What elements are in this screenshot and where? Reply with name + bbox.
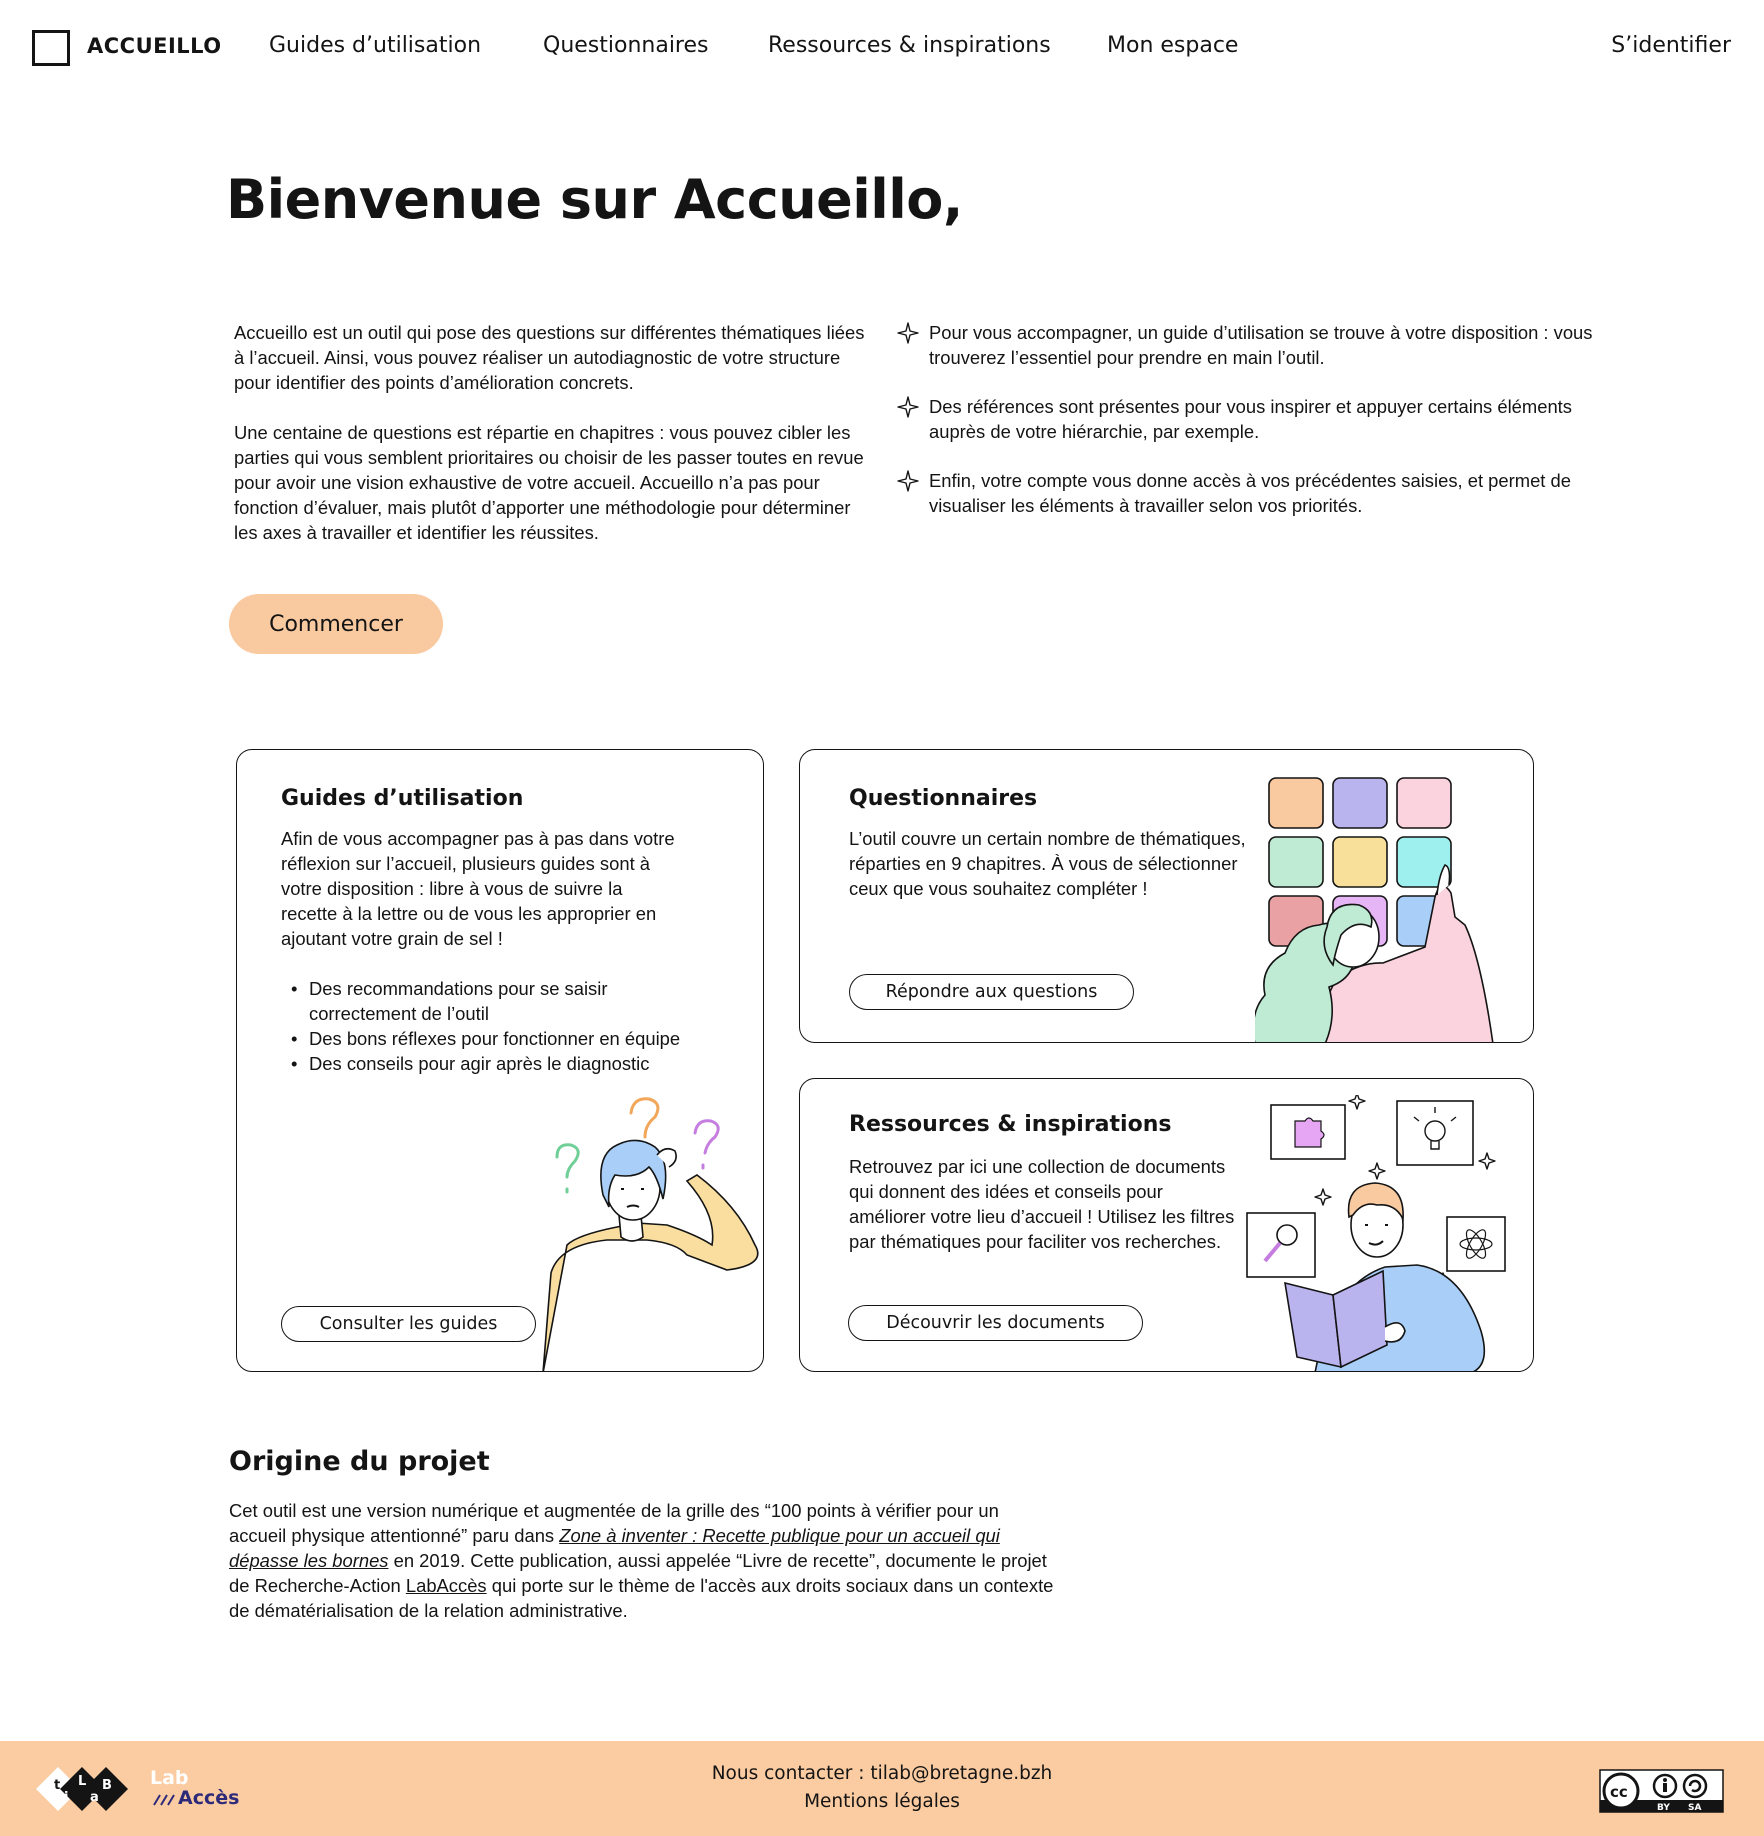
sparkle-icon <box>897 396 919 418</box>
card-ressources: Ressources & inspirations Retrouvez par … <box>799 1078 1534 1372</box>
chapter-tile <box>1332 777 1388 829</box>
sparkle-icon <box>897 322 919 344</box>
login-link[interactable]: S’identifier <box>1611 33 1731 58</box>
card-text: Afin de vous accompagner pas à pas dans … <box>281 828 675 949</box>
nav-link-questionnaires[interactable]: Questionnaires <box>543 33 709 58</box>
sparkle-icon <box>897 470 919 492</box>
answer-questions-button[interactable]: Répondre aux questions <box>849 974 1134 1010</box>
intro-text: Accueillo est un outil qui pose des ques… <box>234 320 874 545</box>
start-button[interactable]: Commencer <box>229 594 443 654</box>
cc-by-sa-license-icon: cc BY SA <box>1599 1769 1724 1813</box>
reader-with-ideas-illustration <box>1246 1095 1506 1371</box>
consult-guides-button[interactable]: Consulter les guides <box>281 1306 536 1342</box>
confused-person-illustration <box>542 1097 759 1371</box>
feature-bullet: Pour vous accompagner, un guide d’utilis… <box>897 320 1597 370</box>
card-text: Retrouvez par ici une collection de docu… <box>849 1156 1235 1252</box>
feature-bullet-text: Pour vous accompagner, un guide d’utilis… <box>929 322 1593 368</box>
intro-paragraph: Une centaine de questions est répartie e… <box>234 422 864 543</box>
brand-link[interactable]: ACCUEILLO <box>87 34 222 58</box>
chapter-tile <box>1332 836 1388 888</box>
labacces-link[interactable]: LabAccès <box>406 1575 487 1596</box>
top-navigation: ACCUEILLO Guides d’utilisation Questionn… <box>0 0 1764 96</box>
feature-bullet: Des références sont présentes pour vous … <box>897 394 1597 444</box>
list-item: Des bons réflexes pour fonctionner en éq… <box>281 1026 681 1051</box>
origin-title: Origine du projet <box>229 1446 490 1477</box>
legal-mentions-link[interactable]: Mentions légales <box>0 1791 1764 1812</box>
list-item: Des recommandations pour se saisir corre… <box>281 976 681 1026</box>
nav-link-guides[interactable]: Guides d’utilisation <box>269 33 481 58</box>
nav-link-ressources[interactable]: Ressources & inspirations <box>768 33 1051 58</box>
guides-list: Des recommandations pour se saisir corre… <box>281 976 681 1076</box>
card-description: Afin de vous accompagner pas à pas dans … <box>281 826 681 1076</box>
chapter-tile <box>1268 836 1324 888</box>
footer: t i L a B Lab Accès Nous contacter : til… <box>0 1741 1764 1836</box>
feature-bullets: Pour vous accompagner, un guide d’utilis… <box>897 320 1597 542</box>
contact-email[interactable]: Nous contacter : tilab@bretagne.bzh <box>0 1763 1764 1784</box>
feature-bullet: Enfin, votre compte vous donne accès à v… <box>897 468 1597 518</box>
list-item: Des conseils pour agir après le diagnost… <box>281 1051 681 1076</box>
license-by: BY <box>1657 1803 1670 1813</box>
card-title: Guides d’utilisation <box>281 786 524 811</box>
card-title: Questionnaires <box>849 786 1038 811</box>
chapter-tile <box>1268 777 1324 829</box>
card-text: L’outil couvre un certain nombre de thém… <box>849 828 1246 899</box>
card-guides: Guides d’utilisation Afin de vous accomp… <box>236 749 764 1372</box>
card-questionnaires: Questionnaires L’outil couvre un certain… <box>799 749 1534 1043</box>
chapter-tile <box>1396 777 1452 829</box>
license-sa: SA <box>1688 1803 1701 1813</box>
discover-documents-button[interactable]: Découvrir les documents <box>848 1305 1143 1341</box>
intro-paragraph: Accueillo est un outil qui pose des ques… <box>234 322 865 393</box>
card-title: Ressources & inspirations <box>849 1112 1172 1137</box>
svg-text:cc: cc <box>1610 1783 1628 1801</box>
chapters-tiles-illustration <box>1255 777 1494 1042</box>
origin-text: Cet outil est une version numérique et a… <box>229 1498 1059 1623</box>
logo-square-icon[interactable] <box>32 30 70 66</box>
feature-bullet-text: Enfin, votre compte vous donne accès à v… <box>929 470 1571 516</box>
page-title: Bienvenue sur Accueillo, <box>226 168 963 231</box>
nav-link-mon-espace[interactable]: Mon espace <box>1107 33 1238 58</box>
feature-bullet-text: Des références sont présentes pour vous … <box>929 396 1572 442</box>
